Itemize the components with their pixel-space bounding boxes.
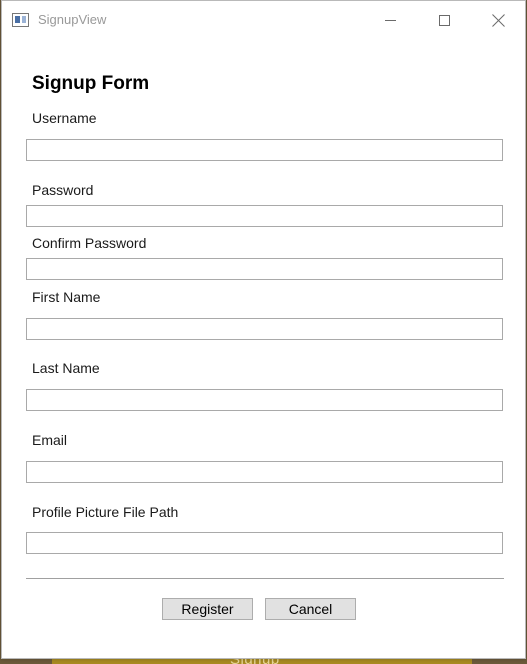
password-label: Password — [32, 182, 94, 198]
register-button[interactable]: Register — [162, 598, 253, 620]
username-label: Username — [32, 110, 97, 126]
form-title: Signup Form — [32, 73, 150, 94]
signup-window: SignupView Signup Form Username Password… — [1, 0, 526, 659]
maximize-icon — [438, 14, 450, 26]
desktop: Signup SignupView Signup Form Username P… — [0, 0, 527, 664]
divider — [26, 578, 504, 579]
email-input[interactable] — [26, 461, 503, 483]
last-name-label: Last Name — [32, 360, 100, 376]
confirm-password-label: Confirm Password — [32, 235, 147, 251]
password-input[interactable] — [26, 205, 503, 227]
title-bar[interactable]: SignupView — [2, 1, 525, 39]
first-name-input[interactable] — [26, 318, 503, 340]
username-input[interactable] — [26, 139, 503, 161]
minimize-icon — [384, 19, 396, 21]
confirm-password-input[interactable] — [26, 258, 503, 280]
app-window-icon — [12, 13, 29, 27]
window-title: SignupView — [38, 12, 107, 27]
cancel-button[interactable]: Cancel — [265, 598, 356, 620]
profile-picture-path-label: Profile Picture File Path — [32, 504, 179, 520]
close-icon — [492, 14, 505, 27]
close-button[interactable] — [475, 1, 521, 39]
last-name-input[interactable] — [26, 389, 503, 411]
profile-picture-path-input[interactable] — [26, 532, 503, 554]
maximize-button[interactable] — [421, 1, 467, 39]
first-name-label: First Name — [32, 289, 101, 305]
minimize-button[interactable] — [367, 1, 413, 39]
email-label: Email — [32, 432, 68, 448]
